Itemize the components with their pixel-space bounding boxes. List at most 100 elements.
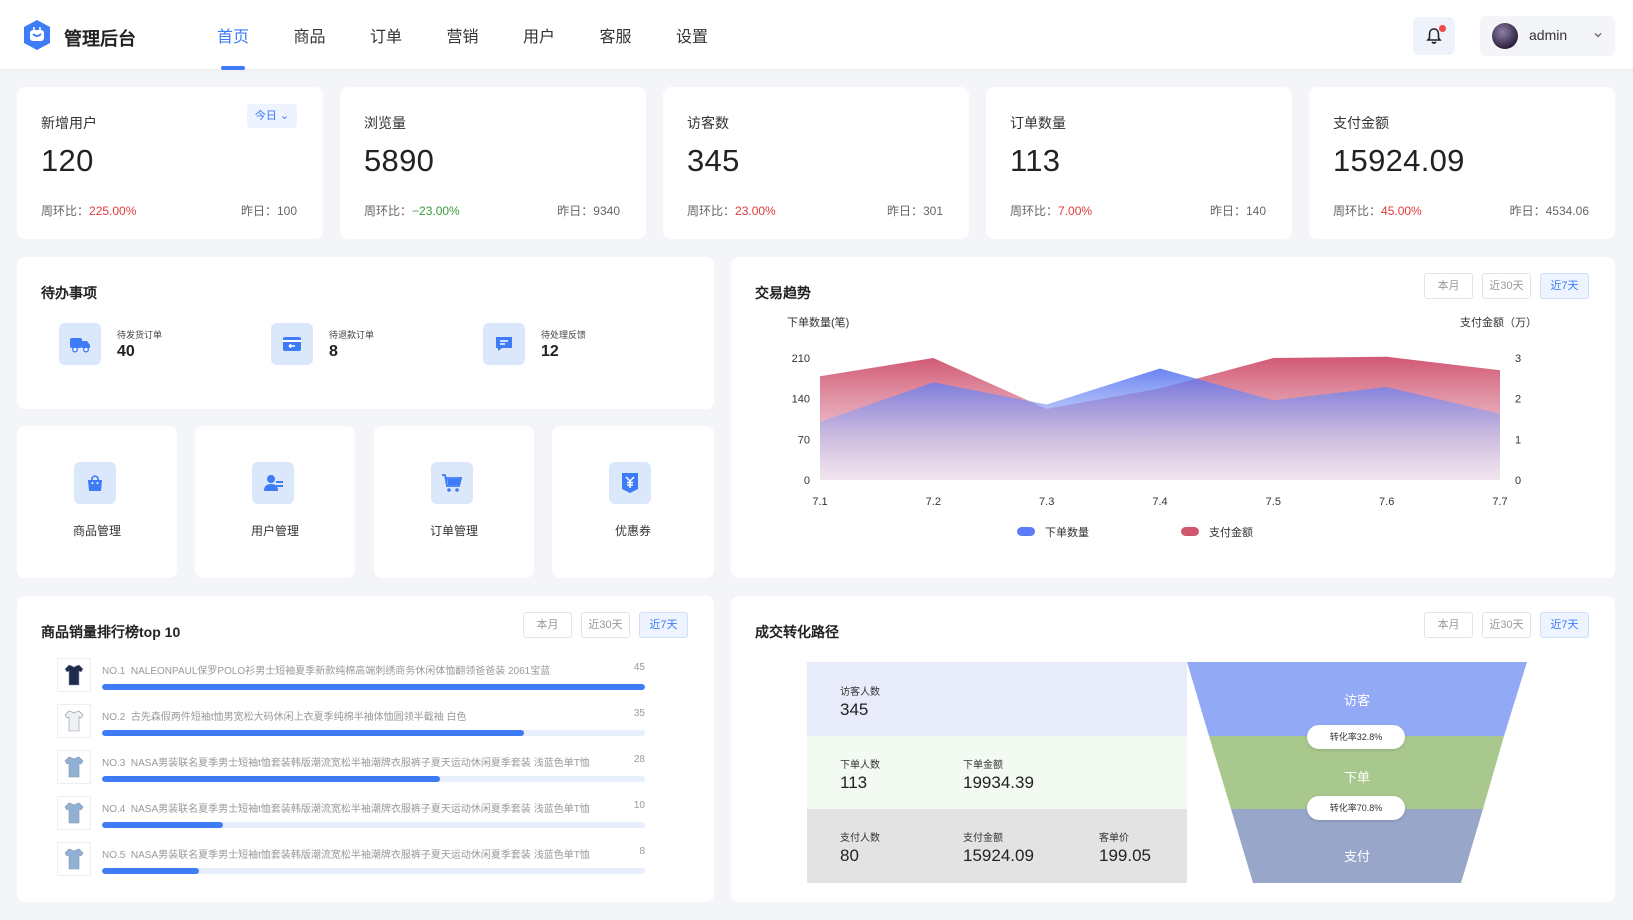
stat-value: 345 (687, 143, 740, 178)
todo-count: 40 (117, 343, 135, 360)
ranking-row[interactable]: NO.5 NASA男装联名夏季男士短袖t恤套装韩版潮流宽松半袖潮牌衣服裤子夏天运… (57, 842, 662, 882)
nav-marketing[interactable]: 营销 (447, 0, 524, 70)
nav-settings[interactable]: 设置 (676, 0, 753, 70)
ranking-row[interactable]: NO.3 NASA男装联名夏季男士短袖t恤套装韩版潮流宽松半袖潮牌衣服裤子夏天运… (57, 750, 662, 790)
rank-name: NALEONPAUL保罗POLO衫男士短袖夏季新款纯棉高端刺绣商务休闲体恤翻领爸… (130, 666, 551, 677)
stat-value: 120 (41, 143, 94, 178)
quick-order-manage[interactable]: 订单管理 (374, 426, 534, 578)
stat-card-visitors: 访客数 345 周环比：23.00% 昨日：301 (663, 87, 969, 239)
ranking-row[interactable]: NO.1 NALEONPAUL保罗POLO衫男士短袖夏季新款纯棉高端刺绣商务休闲… (57, 658, 662, 698)
ranking-range-tabs: 本月 近30天 近7天 (523, 612, 688, 638)
y-right-tick: 2 (1515, 394, 1521, 406)
ranking-row[interactable]: NO.2 古先森假两件短袖t恤男宽松大码休闲上衣夏季纯棉半袖体恤圆领半截袖 白色… (57, 704, 662, 744)
stat-card-page-views: 浏览量 5890 周环比：−23.00% 昨日：9340 (340, 87, 646, 239)
stat-wow: 周环比：225.00% (41, 202, 136, 219)
funnel-shape (1187, 662, 1527, 883)
sales-progress-fill (102, 684, 645, 690)
stage-label-pay: 支付 (1343, 849, 1370, 864)
todo-item-refund[interactable]: 待退款订单 8 (271, 323, 431, 367)
sales-progress-bar (102, 684, 645, 690)
period-select-label: 今日 (254, 110, 277, 122)
stat-yesterday: 昨日：4534.06 (1509, 204, 1589, 218)
rank-name: NASA男装联名夏季男士短袖t恤套装韩版潮流宽松半袖潮牌衣服裤子夏天运动休闲夏季… (130, 804, 590, 815)
quick-product-manage[interactable]: 商品管理 (17, 426, 177, 578)
legend-label[interactable]: 下单数量 (1045, 526, 1089, 539)
message-icon (483, 323, 525, 365)
stat-yesterday: 昨日：100 (240, 204, 297, 218)
stat-title: 支付金额 (1333, 115, 1389, 131)
stat-wow-label: 周环比： (1010, 204, 1059, 218)
nav-home[interactable]: 首页 (217, 0, 294, 70)
stat-wow: 周环比：−23.00% (364, 202, 460, 219)
payers-value: 80 (840, 846, 859, 865)
sales-progress-fill (102, 730, 525, 736)
stat-wow: 周环比：23.00% (687, 202, 776, 219)
range-tab-30d[interactable]: 近30天 (581, 612, 630, 638)
stat-yesterday: 昨日：301 (886, 204, 943, 218)
user-manage-icon (252, 462, 294, 504)
payers-label: 支付人数 (840, 833, 880, 844)
y-left-tick: 70 (798, 434, 810, 446)
range-tab-month[interactable]: 本月 (523, 612, 572, 638)
todo-label: 待发货订单 (117, 330, 163, 340)
quick-coupon[interactable]: 优惠券 (552, 426, 714, 578)
stat-title: 访客数 (687, 115, 729, 131)
product-thumbnail (57, 704, 91, 738)
stat-wow-label: 周环比： (41, 204, 90, 218)
quick-label: 优惠券 (614, 524, 651, 538)
stat-wow-value: 225.00% (89, 204, 137, 218)
quick-user-manage[interactable]: 用户管理 (195, 426, 355, 578)
sales-count: 8 (639, 846, 645, 857)
sales-progress-fill (102, 776, 440, 782)
notification-button[interactable] (1413, 17, 1455, 55)
sales-count: 28 (633, 754, 645, 765)
user-menu[interactable]: admin (1480, 16, 1615, 56)
avatar (1492, 23, 1518, 49)
chevron-down-icon: ⌄ (279, 110, 290, 122)
todo-item-ship[interactable]: 待发货订单 40 (59, 323, 219, 367)
period-select[interactable]: 今日 ⌄ (247, 104, 297, 128)
todo-item-feedback[interactable]: 待处理反馈 12 (483, 323, 643, 367)
product-thumbnail (57, 796, 91, 830)
nav-service[interactable]: 客服 (600, 0, 677, 70)
quick-label: 用户管理 (250, 524, 299, 538)
nav-users[interactable]: 用户 (523, 0, 600, 70)
product-name: NO.1 NALEONPAUL保罗POLO衫男士短袖夏季新款纯棉高端刺绣商务休闲… (102, 662, 612, 677)
orders-label: 下单人数 (840, 760, 880, 771)
product-name: NO.3 NASA男装联名夏季男士短袖t恤套装韩版潮流宽松半袖潮牌衣服裤子夏天运… (102, 754, 612, 769)
order-amount-label: 下单金额 (963, 760, 1003, 771)
trade-trend-chart: 下单数量(笔) 支付金额（万） 0 70 140 210 0 1 2 3 7.1 7.2 7.3… (787, 315, 1537, 539)
range-tab-7d[interactable]: 近7天 (639, 612, 688, 638)
stat-yesterday: 昨日：9340 (557, 204, 620, 218)
unit-price-label: 客单价 (1099, 833, 1129, 844)
legend-label[interactable]: 支付金额 (1209, 525, 1253, 539)
sales-ranking-card: 商品销量排行榜top 10 本月 近30天 近7天 NO.1 NALEONPAU… (17, 596, 714, 902)
ranking-title: 商品销量排行榜top 10 (41, 624, 181, 640)
sales-count: 45 (633, 662, 645, 673)
stat-wow-value: 23.00% (735, 204, 776, 218)
rank-no: NO.1 (102, 666, 126, 677)
conversion-rate-2: 转化率70.8% (1307, 796, 1405, 820)
stat-wow: 周环比：7.00% (1010, 202, 1092, 219)
x-tick: 7.2 (926, 496, 941, 508)
nav-orders[interactable]: 订单 (370, 0, 447, 70)
sales-progress-fill (102, 868, 199, 874)
todo-count: 12 (541, 343, 559, 360)
x-tick: 7.5 (1266, 496, 1281, 508)
x-tick: 7.4 (1152, 496, 1167, 508)
stat-wow-value: 45.00% (1381, 204, 1422, 218)
sales-count: 35 (633, 708, 645, 719)
product-thumbnail (57, 750, 91, 784)
quick-label: 商品管理 (72, 524, 121, 538)
todo-title: 待办事项 (41, 285, 97, 301)
stat-wow-label: 周环比： (687, 204, 736, 218)
product-name: NO.5 NASA男装联名夏季男士短袖t恤套装韩版潮流宽松半袖潮牌衣服裤子夏天运… (102, 846, 612, 861)
sales-progress-fill (102, 822, 223, 828)
ranking-row[interactable]: NO.4 NASA男装联名夏季男士短袖t恤套装韩版潮流宽松半袖潮牌衣服裤子夏天运… (57, 796, 662, 836)
y-right-tick: 3 (1515, 353, 1521, 365)
x-tick: 7.6 (1379, 496, 1394, 508)
shopping-bag-icon (74, 462, 116, 504)
todo-card: 待办事项 待发货订单 40 待退款订单 8 待处理反馈 12 (17, 257, 714, 409)
nav-products[interactable]: 商品 (294, 0, 371, 70)
coupon-icon (609, 462, 651, 504)
